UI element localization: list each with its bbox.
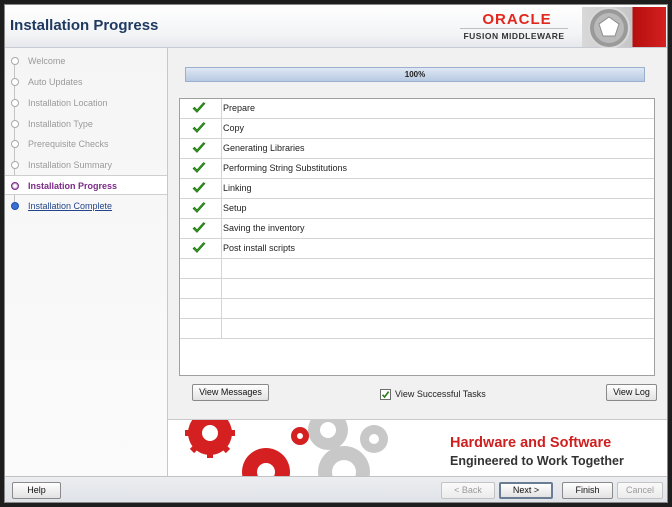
table-row: [180, 279, 654, 299]
next-button[interactable]: Next >: [499, 482, 553, 499]
sidebar-item-installation-progress[interactable]: Installation Progress: [5, 175, 167, 195]
table-row: Saving the inventory: [180, 219, 654, 239]
cancel-label: Cancel: [625, 485, 654, 495]
finish-button[interactable]: Finish: [562, 482, 613, 499]
status-cell: [180, 259, 222, 278]
installer-window: Installation Progress ORACLE FUSION MIDD…: [4, 4, 668, 503]
help-button[interactable]: Help: [12, 482, 61, 499]
status-cell: [180, 279, 222, 298]
help-label: Help: [27, 485, 46, 495]
task-name: Copy: [223, 123, 245, 133]
sidebar-item-label: Installation Type: [28, 119, 93, 129]
sidebar-item-label: Welcome: [28, 56, 66, 66]
promo-banner: Hardware and Software Engineered to Work…: [168, 419, 667, 476]
task-name: Generating Libraries: [223, 143, 305, 153]
check-icon: [192, 142, 206, 153]
status-cell: [180, 299, 222, 318]
sidebar-item-installation-location[interactable]: Installation Location: [5, 93, 167, 113]
check-icon: [192, 102, 206, 113]
gears-image: [168, 420, 438, 476]
oracle-emblem-icon: [582, 7, 666, 49]
sidebar-item-installation-summary[interactable]: Installation Summary: [5, 155, 167, 175]
task-name: Performing String Substitutions: [223, 163, 348, 173]
task-name: Post install scripts: [223, 243, 296, 253]
progress-bar: 100%: [185, 67, 645, 82]
table-row: Copy: [180, 119, 654, 139]
sidebar-item-auto-updates[interactable]: Auto Updates: [5, 72, 167, 92]
main-panel: 100% Prepare Copy Generating Libraries Perf…: [168, 48, 667, 416]
sidebar-item-welcome[interactable]: Welcome: [5, 51, 167, 71]
banner-headline: Hardware and Software: [450, 435, 612, 451]
view-log-label: View Log: [613, 387, 650, 397]
table-row: Linking: [180, 179, 654, 199]
table-row: Setup: [180, 199, 654, 219]
logo-divider: [460, 28, 568, 29]
sidebar-item-label: Installation Progress: [28, 181, 118, 191]
view-messages-button[interactable]: View Messages: [192, 384, 269, 401]
check-icon: [192, 162, 206, 173]
sidebar-item-installation-complete[interactable]: Installation Complete: [5, 196, 167, 216]
check-icon: [192, 122, 206, 133]
view-messages-label: View Messages: [199, 387, 262, 397]
check-icon: [192, 182, 206, 193]
view-log-button[interactable]: View Log: [606, 384, 657, 401]
check-icon: [192, 222, 206, 233]
step-done-icon: [11, 57, 19, 65]
sidebar-item-label: Installation Summary: [28, 160, 113, 170]
sidebar-item-prerequisite-checks[interactable]: Prerequisite Checks: [5, 134, 167, 154]
sidebar-item-label: Installation Complete: [28, 201, 113, 211]
task-name: Linking: [223, 183, 252, 193]
view-successful-tasks-label: View Successful Tasks: [395, 389, 486, 399]
check-icon: [192, 242, 206, 253]
step-done-icon: [11, 99, 19, 107]
step-done-icon: [11, 78, 19, 86]
oracle-logo: ORACLE: [482, 11, 552, 28]
back-label: < Back: [454, 485, 482, 495]
back-button[interactable]: < Back: [441, 482, 495, 499]
table-row: [180, 319, 654, 339]
table-row: Performing String Substitutions: [180, 159, 654, 179]
step-done-icon: [11, 161, 19, 169]
sidebar-item-label: Prerequisite Checks: [28, 139, 109, 149]
finish-label: Finish: [575, 485, 600, 495]
step-next-icon: [11, 202, 19, 210]
progress-percent: 100%: [404, 70, 426, 79]
table-row: Post install scripts: [180, 239, 654, 259]
task-name: Prepare: [223, 103, 256, 113]
step-done-icon: [11, 140, 19, 148]
table-row: [180, 259, 654, 279]
checkmark-icon: [381, 391, 390, 399]
task-table: Prepare Copy Generating Libraries Performin…: [179, 98, 655, 376]
step-done-icon: [11, 120, 19, 128]
checkbox-box[interactable]: [380, 389, 391, 400]
table-row: Prepare: [180, 99, 654, 119]
page-title: Installation Progress: [10, 17, 159, 34]
footer-button-bar: Help < Back Next > Finish Cancel: [5, 476, 667, 502]
status-cell: [180, 319, 222, 338]
table-row: Generating Libraries: [180, 139, 654, 159]
next-label: Next >: [512, 485, 540, 495]
step-current-icon: [11, 182, 19, 190]
header: Installation Progress ORACLE FUSION MIDD…: [5, 5, 667, 49]
steps-sidebar: Welcome Auto Updates Installation Locati…: [5, 48, 168, 476]
sidebar-item-label: Auto Updates: [28, 77, 83, 87]
cancel-button[interactable]: Cancel: [617, 482, 663, 499]
sidebar-item-installation-type[interactable]: Installation Type: [5, 114, 167, 134]
task-name: Setup: [223, 203, 247, 213]
task-name: Saving the inventory: [223, 223, 305, 233]
product-name: FUSION MIDDLEWARE: [463, 31, 565, 41]
table-row: [180, 299, 654, 319]
check-icon: [192, 202, 206, 213]
banner-subline: Engineered to Work Together: [450, 454, 624, 468]
sidebar-item-label: Installation Location: [28, 98, 108, 108]
